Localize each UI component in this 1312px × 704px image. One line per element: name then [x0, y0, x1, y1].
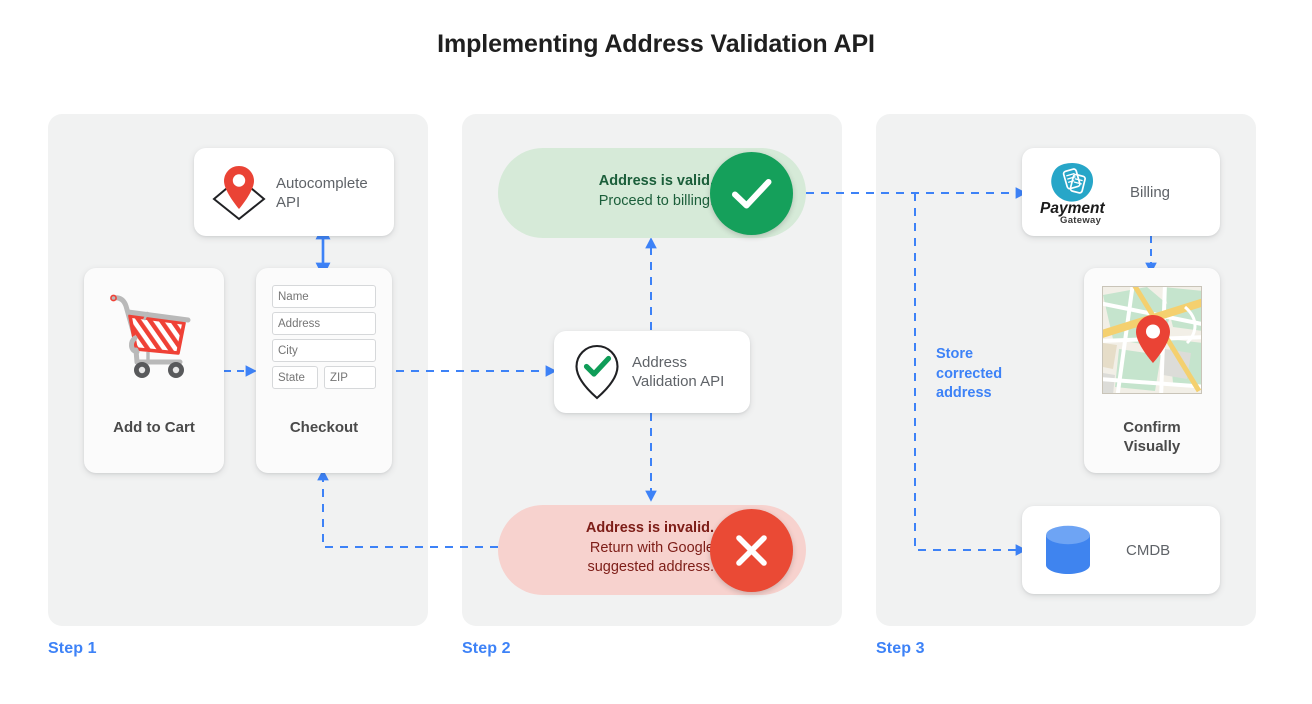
pin-check-icon	[570, 343, 624, 401]
confirm-visually-line1: Confirm	[1123, 419, 1181, 436]
autocomplete-api-line2: API	[276, 194, 301, 211]
step-3-label: Step 3	[876, 640, 925, 657]
zip-field[interactable]	[324, 366, 376, 389]
autocomplete-api-line1: Autocomplete	[276, 175, 368, 192]
diagram-canvas: Implementing Address Validation API Step…	[0, 0, 1312, 704]
city-field[interactable]	[272, 339, 376, 362]
store-label-line3: address	[936, 385, 992, 401]
store-label-line1: Store	[936, 346, 974, 362]
checkout-label: Checkout	[289, 419, 359, 436]
address-invalid-headline: Address is invalid.	[585, 520, 714, 536]
address-invalid-detail-1: Return with Google	[589, 539, 714, 556]
map-thumbnail-with-pin	[1102, 286, 1202, 394]
checkout-card[interactable]: Checkout	[256, 268, 392, 473]
address-invalid-text: Address is invalid. Return with Google s…	[524, 519, 714, 578]
cmdb-card[interactable]: CMDB	[1022, 506, 1220, 594]
step-2-label: Step 2	[462, 640, 511, 657]
payment-gateway-word2: Gateway	[1060, 215, 1102, 226]
database-cylinder-icon	[1040, 521, 1104, 579]
confirm-visually-line2: Visually	[1123, 438, 1181, 455]
autocomplete-api-card[interactable]: Autocomplete API	[194, 148, 394, 236]
address-validation-api-line2: Validation API	[632, 373, 725, 390]
billing-card[interactable]: Payment Gateway Billing	[1022, 148, 1220, 236]
cmdb-label: CMDB	[1126, 542, 1171, 559]
name-field[interactable]	[272, 285, 376, 308]
check-icon	[732, 179, 772, 209]
step-1-label: Step 1	[48, 640, 97, 657]
payment-gateway-logo: Payment Gateway	[1038, 158, 1124, 226]
confirm-visually-label: Confirm Visually	[1084, 418, 1220, 456]
add-to-cart-card[interactable]: Add to Cart	[84, 268, 224, 473]
billing-label: Billing	[1130, 184, 1171, 201]
store-corrected-address-label: Store corrected address	[936, 345, 1046, 404]
address-validation-api-line1: Address	[632, 354, 688, 371]
address-validation-api-card[interactable]: Address Validation API	[554, 331, 750, 413]
store-label-line2: corrected	[936, 365, 1003, 382]
state-field[interactable]	[272, 366, 318, 389]
valid-badge	[710, 152, 793, 235]
map-pin-diamond-icon	[208, 162, 270, 222]
add-to-cart-label: Add to Cart	[113, 419, 195, 436]
address-validation-api-label: Address Validation API	[632, 353, 724, 391]
address-valid-headline: Address is valid.	[598, 173, 714, 189]
address-invalid-detail-2: suggested address.	[587, 559, 714, 575]
close-icon	[736, 535, 767, 566]
confirm-visually-card[interactable]: Confirm Visually	[1084, 268, 1220, 473]
address-field[interactable]	[272, 312, 376, 335]
address-valid-text: Address is valid. Proceed to billing.	[538, 172, 714, 211]
invalid-badge	[710, 509, 793, 592]
page-title: Implementing Address Validation API	[437, 30, 875, 58]
address-valid-detail: Proceed to billing.	[598, 192, 714, 209]
shopping-cart-icon	[104, 290, 204, 388]
autocomplete-api-label: Autocomplete API	[276, 174, 368, 212]
